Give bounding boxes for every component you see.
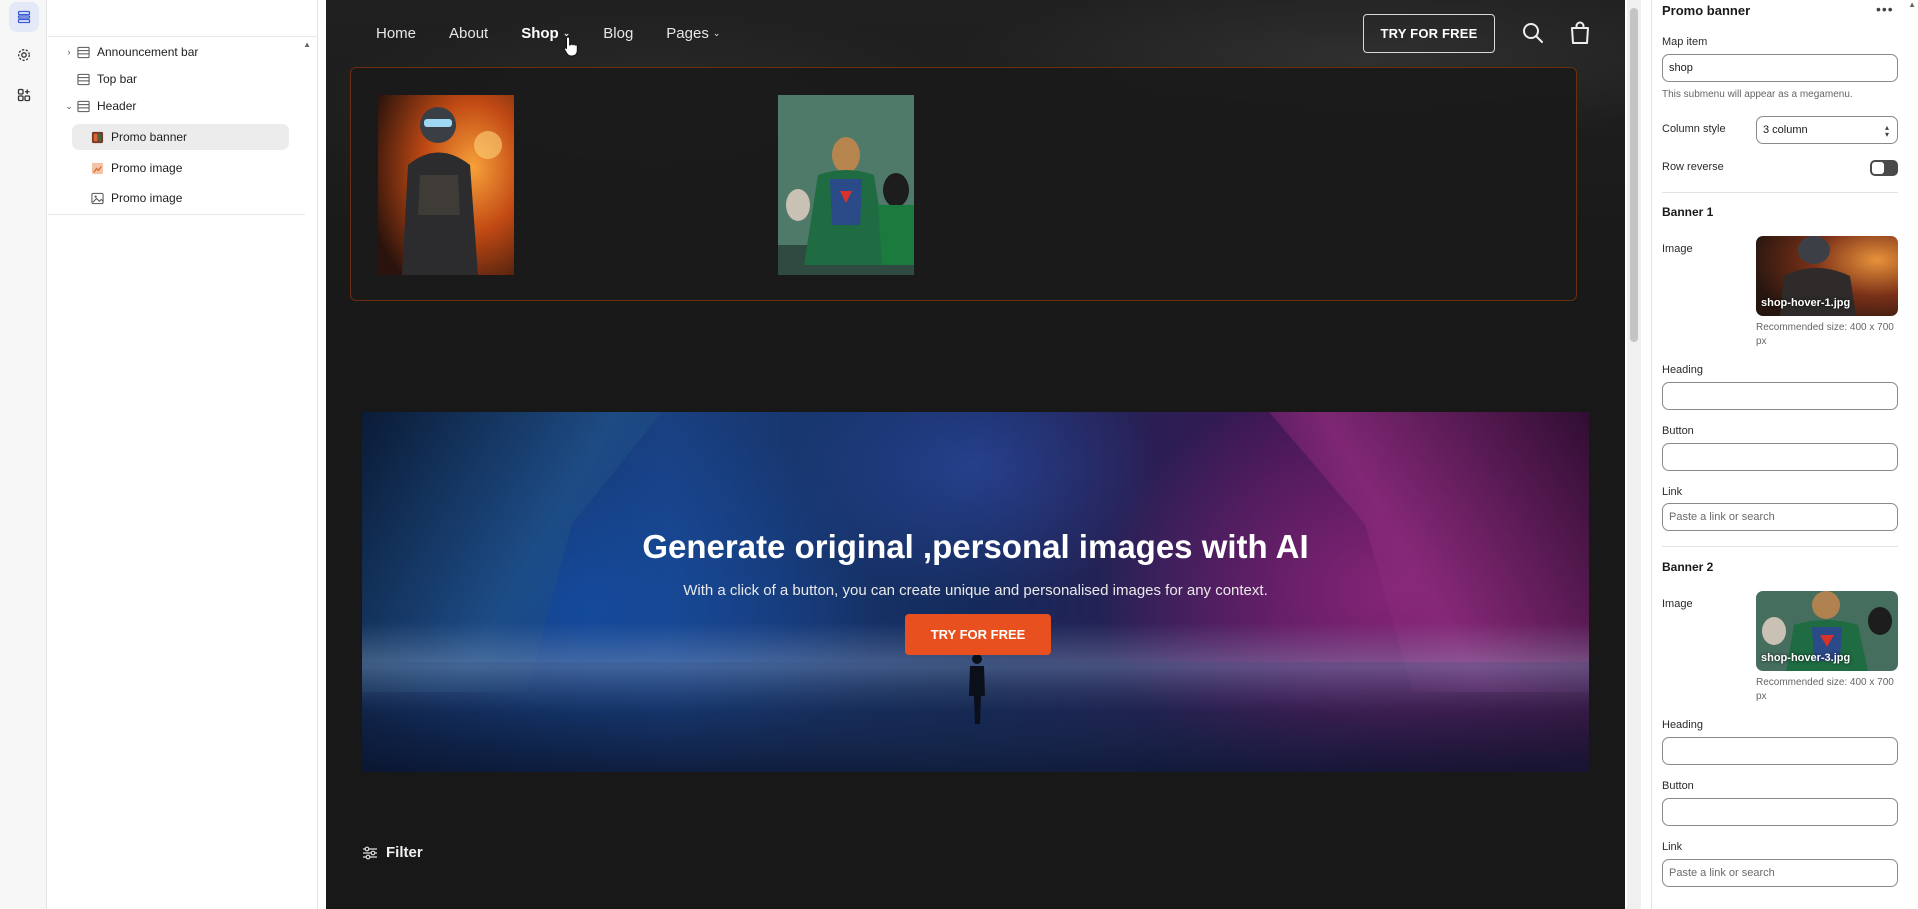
hero-subtitle: With a click of a button, you can create… bbox=[683, 582, 1268, 599]
banner-1-heading-input[interactable] bbox=[1662, 382, 1898, 410]
block-settings-panel: ▲ Promo banner ••• Map item shop This su… bbox=[1651, 0, 1918, 909]
banner-1-button-input[interactable] bbox=[1662, 443, 1898, 471]
tree-divider bbox=[48, 214, 305, 215]
banner-2-image-picker[interactable]: shop-hover-3.jpg bbox=[1756, 591, 1898, 671]
nav-pages[interactable]: Pages ⌄ bbox=[666, 25, 720, 42]
banner-2-heading-label: Heading bbox=[1662, 719, 1703, 731]
cart-bag-icon[interactable] bbox=[1568, 21, 1592, 45]
hero-try-for-free-button[interactable]: TRY FOR FREE bbox=[905, 614, 1051, 655]
banner-2-image-label: Image bbox=[1662, 598, 1693, 610]
tree-item-promo-image-2[interactable]: Promo image bbox=[90, 185, 182, 211]
banner-1-button-label: Button bbox=[1662, 425, 1694, 437]
sections-icon[interactable] bbox=[9, 2, 39, 32]
superhero-dogs-image bbox=[778, 95, 914, 275]
silhouette-person-image bbox=[969, 654, 985, 724]
map-item-input[interactable]: shop bbox=[1662, 54, 1898, 82]
promo-image-soldier[interactable] bbox=[378, 95, 514, 275]
tree-item-promo-image-1[interactable]: Promo image bbox=[90, 155, 182, 181]
tree-item-header[interactable]: ⌄ Header bbox=[62, 93, 136, 119]
nav-about[interactable]: About bbox=[449, 25, 488, 42]
nav-label: Pages bbox=[666, 24, 709, 42]
apps-icon[interactable] bbox=[9, 80, 39, 110]
chevron-right-icon[interactable]: › bbox=[62, 47, 76, 57]
try-for-free-button[interactable]: TRY FOR FREE bbox=[1363, 14, 1495, 53]
row-reverse-toggle[interactable] bbox=[1870, 160, 1898, 176]
tree-item-label: Promo image bbox=[111, 161, 183, 175]
banner-2-button-input[interactable] bbox=[1662, 798, 1898, 826]
filter-sliders-icon bbox=[363, 846, 377, 859]
tree-item-top-bar[interactable]: Top bar bbox=[76, 66, 137, 92]
banner-1-image-filename: shop-hover-1.jpg bbox=[1761, 297, 1851, 309]
banner-2-button-label: Button bbox=[1662, 780, 1694, 792]
more-options-icon[interactable]: ••• bbox=[1876, 1, 1894, 17]
store-preview: Home About Shop ⌄ Blog Pages ⌄ TRY FOR FRE… bbox=[326, 0, 1625, 909]
select-arrows-icon: ▴ ▾ bbox=[1884, 123, 1889, 139]
image-icon bbox=[90, 191, 104, 205]
chevron-down-icon: ⌄ bbox=[712, 27, 721, 38]
banner-1-image-label: Image bbox=[1662, 243, 1693, 255]
banner-1-heading-label: Heading bbox=[1662, 364, 1703, 376]
column-style-select[interactable]: 3 column ▴ ▾ bbox=[1756, 116, 1898, 144]
banner-2-recommended-size: Recommended size: 400 x 700 px bbox=[1756, 677, 1894, 702]
filter-label: Filter bbox=[386, 844, 423, 861]
section-layout-icon bbox=[76, 99, 90, 113]
promo-image-superhero-dogs[interactable] bbox=[778, 95, 914, 275]
banner-2-heading: Banner 2 bbox=[1662, 560, 1714, 574]
tree-item-label: Promo image bbox=[111, 191, 183, 205]
column-style-label: Column style bbox=[1662, 123, 1726, 135]
section-tree-panel: ▲ › Announcement bar Top bar ⌄ Header Pr… bbox=[48, 0, 318, 909]
hero-title: Generate original ,personal images with … bbox=[642, 528, 1309, 565]
main-navigation: Home About Shop ⌄ Blog Pages ⌄ bbox=[376, 0, 720, 66]
panel-title: Promo banner bbox=[1662, 3, 1751, 18]
map-item-label: Map item bbox=[1662, 36, 1708, 48]
nav-home[interactable]: Home bbox=[376, 25, 416, 42]
hero-banner: Generate original ,personal images with … bbox=[362, 412, 1589, 772]
row-reverse-label: Row reverse bbox=[1662, 161, 1724, 173]
banner-1-link-input[interactable]: Paste a link or search bbox=[1662, 503, 1898, 531]
nav-label: About bbox=[449, 24, 489, 42]
megamenu-dropdown bbox=[350, 67, 1577, 301]
search-icon[interactable] bbox=[1521, 21, 1545, 45]
filter-button[interactable]: Filter bbox=[362, 844, 423, 861]
nav-label: Shop bbox=[521, 24, 559, 42]
hand-cursor-icon bbox=[563, 36, 578, 57]
scroll-up-arrow-icon[interactable]: ▲ bbox=[303, 40, 311, 49]
soldier-fire-image bbox=[378, 95, 514, 275]
chevron-down-icon[interactable]: ⌄ bbox=[62, 101, 76, 112]
banner-1-heading: Banner 1 bbox=[1662, 205, 1714, 219]
map-item-help-text: This submenu will appear as a megamenu. bbox=[1662, 89, 1853, 100]
section-layout-icon bbox=[76, 45, 90, 59]
nav-label: Blog bbox=[603, 24, 634, 42]
section-divider bbox=[1662, 546, 1898, 547]
settings-gear-icon[interactable] bbox=[9, 40, 39, 70]
tree-item-label: Promo banner bbox=[111, 130, 188, 144]
tree-item-label: Announcement bar bbox=[97, 45, 199, 59]
toggle-knob bbox=[1872, 162, 1884, 174]
banner-2-link-label: Link bbox=[1662, 841, 1683, 853]
tree-item-label: Top bar bbox=[97, 72, 138, 86]
banner-1-recommended-size: Recommended size: 400 x 700 px bbox=[1756, 322, 1894, 347]
banner-1-image-picker[interactable]: shop-hover-1.jpg bbox=[1756, 236, 1898, 316]
preview-scrollbar[interactable] bbox=[1627, 0, 1641, 909]
banner-1-link-label: Link bbox=[1662, 486, 1683, 498]
banner-2-image-filename: shop-hover-3.jpg bbox=[1761, 652, 1851, 664]
section-divider bbox=[1662, 192, 1898, 193]
column-style-value: 3 column bbox=[1763, 124, 1808, 136]
preview-scrollbar-thumb[interactable] bbox=[1630, 8, 1638, 342]
tree-item-promo-banner[interactable]: Promo banner bbox=[72, 124, 289, 150]
promo-image-thumbnail-icon bbox=[90, 161, 104, 175]
banner-2-heading-input[interactable] bbox=[1662, 737, 1898, 765]
scroll-up-arrow-icon[interactable]: ▲ bbox=[1908, 0, 1916, 9]
editor-icon-rail bbox=[0, 0, 47, 909]
section-layout-icon bbox=[76, 72, 90, 86]
promo-banner-thumbnail-icon bbox=[90, 130, 104, 144]
tree-header bbox=[48, 0, 317, 37]
tree-item-announcement-bar[interactable]: › Announcement bar bbox=[62, 39, 199, 65]
tree-item-label: Header bbox=[97, 99, 137, 113]
banner-2-link-input[interactable]: Paste a link or search bbox=[1662, 859, 1898, 887]
nav-blog[interactable]: Blog bbox=[603, 25, 633, 42]
nav-label: Home bbox=[376, 24, 417, 42]
